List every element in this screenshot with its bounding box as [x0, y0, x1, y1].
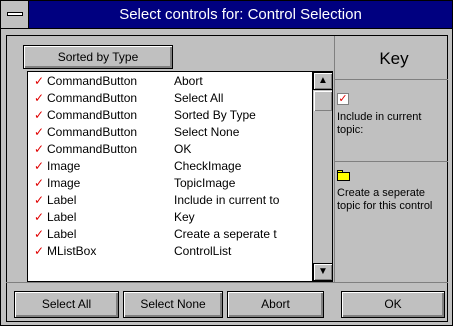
key-separator	[335, 161, 448, 162]
key-separator	[335, 79, 448, 80]
control-name: Abort	[174, 74, 203, 88]
check-icon: ✓	[34, 193, 45, 207]
check-icon: ✓	[34, 108, 45, 122]
control-type: CommandButton	[47, 108, 138, 122]
title-bar: Select controls for: Control Selection	[1, 1, 452, 29]
window-title: Select controls for: Control Selection	[119, 6, 362, 23]
key-divider	[334, 36, 335, 282]
checkmark-icon: ✓	[337, 93, 349, 105]
system-menu-button[interactable]	[1, 1, 29, 28]
control-name: ControlList	[174, 244, 232, 258]
control-name: Sorted By Type	[174, 108, 256, 122]
control-type: CommandButton	[47, 125, 138, 139]
control-name: Select All	[174, 91, 224, 105]
list-item[interactable]: ✓ Image TopicImage	[28, 175, 314, 192]
control-type: Image	[47, 159, 81, 173]
bottom-divider	[6, 282, 448, 283]
list-item[interactable]: ✓ Label Key	[28, 209, 314, 226]
include-in-topic-label: Include in current topic:	[337, 111, 422, 136]
check-icon: ✓	[34, 142, 45, 156]
control-name: TopicImage	[174, 176, 236, 190]
control-type: CommandButton	[47, 74, 138, 88]
folder-icon	[337, 170, 350, 181]
control-type: Image	[47, 176, 81, 190]
select-all-button[interactable]: Select All	[14, 291, 119, 318]
control-type: Label	[47, 193, 77, 207]
control-name: Key	[174, 210, 195, 224]
control-type: CommandButton	[47, 91, 138, 105]
list-item[interactable]: ✓ MListBox ControlList	[28, 243, 314, 260]
abort-button[interactable]: Abort	[227, 291, 324, 318]
control-selection-window: Select controls for: Control Selection S…	[0, 0, 453, 326]
check-icon: ✓	[34, 176, 45, 190]
list-item[interactable]: ✓ CommandButton OK	[28, 141, 314, 158]
list-item[interactable]: ✓ Image CheckImage	[28, 158, 314, 175]
control-list[interactable]: ✓ CommandButton Abort ✓ CommandButton Se…	[27, 71, 333, 282]
control-type: MListBox	[47, 244, 97, 258]
check-icon: ✓	[34, 91, 45, 105]
key-heading: Key	[379, 49, 409, 68]
check-icon: ✓	[34, 74, 45, 88]
scroll-up-icon[interactable]: ▲	[313, 72, 333, 90]
check-icon: ✓	[34, 159, 45, 173]
system-menu-icon	[7, 12, 23, 16]
list-item[interactable]: ✓ Label Create a seperate t	[28, 226, 314, 243]
control-type: Label	[47, 210, 77, 224]
ok-button[interactable]: OK	[341, 291, 445, 318]
check-icon: ✓	[34, 125, 45, 139]
scroll-thumb[interactable]	[314, 91, 332, 111]
control-name: OK	[174, 142, 192, 156]
check-icon: ✓	[34, 244, 45, 258]
check-icon: ✓	[34, 210, 45, 224]
scroll-down-icon[interactable]: ▼	[313, 263, 333, 281]
control-type: CommandButton	[47, 142, 138, 156]
check-icon: ✓	[34, 227, 45, 241]
create-topic-label: Create a seperate topic for this control	[337, 187, 433, 212]
control-name: Create a seperate t	[174, 227, 277, 241]
list-item[interactable]: ✓ CommandButton Select All	[28, 90, 314, 107]
sorted-by-type-button[interactable]: Sorted by Type	[23, 45, 173, 69]
list-item[interactable]: ✓ CommandButton Abort	[28, 73, 314, 90]
control-name: CheckImage	[174, 159, 242, 173]
control-name: Include in current to	[174, 193, 280, 207]
list-item[interactable]: ✓ CommandButton Sorted By Type	[28, 107, 314, 124]
list-scrollbar[interactable]: ▲ ▼	[312, 72, 333, 281]
list-item[interactable]: ✓ CommandButton Select None	[28, 124, 314, 141]
control-type: Label	[47, 227, 77, 241]
select-none-button[interactable]: Select None	[123, 291, 223, 318]
list-item[interactable]: ✓ Label Include in current to	[28, 192, 314, 209]
control-name: Select None	[174, 125, 240, 139]
